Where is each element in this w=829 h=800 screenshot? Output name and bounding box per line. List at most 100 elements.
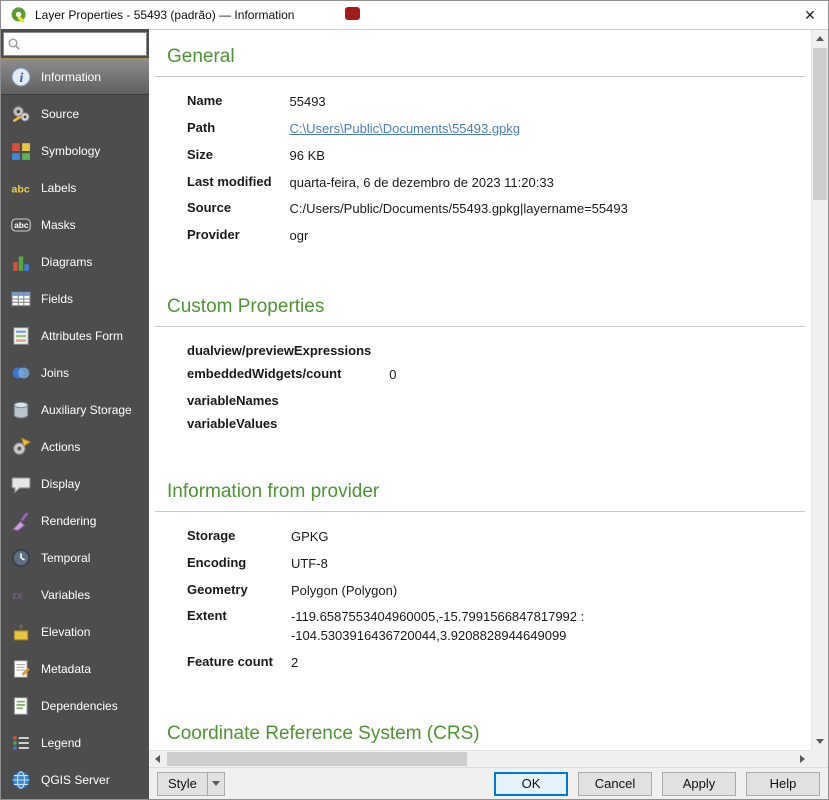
file-path-link[interactable]: C:\Users\Public\Documents\55493.gpkg: [290, 116, 628, 143]
property-label: Size: [187, 143, 290, 170]
section-custom-properties: Custom Propertiesdualview/previewExpress…: [167, 296, 805, 435]
section-coordinate-reference-system-crs: Coordinate Reference System (CRS): [167, 723, 805, 750]
sidebar-item-label: Dependencies: [41, 699, 118, 713]
property-row: Extent-119.6587553404960005,-15.79915668…: [187, 604, 584, 650]
property-row: embeddedWidgets/count0: [187, 362, 396, 389]
apply-button[interactable]: Apply: [662, 772, 736, 796]
property-value: [389, 389, 396, 412]
actions-icon: [10, 436, 32, 458]
section-information-from-provider: Information from provider StorageGPKGEnco…: [167, 481, 805, 677]
close-button[interactable]: ✕: [792, 1, 828, 29]
sidebar-item-masks[interactable]: abcMasks: [1, 206, 149, 243]
auxiliary-storage-icon: [10, 399, 32, 421]
section-divider: [155, 326, 805, 327]
properties-table: dualview/previewExpressionsembeddedWidge…: [187, 339, 396, 435]
horizontal-scrollbar-thumb[interactable]: [167, 752, 467, 766]
symbology-icon: [10, 140, 32, 162]
sidebar-item-source[interactable]: Source: [1, 95, 149, 132]
sidebar-item-metadata[interactable]: Metadata: [1, 650, 149, 687]
vertical-scrollbar[interactable]: [811, 30, 828, 750]
sidebar-item-label: Auxiliary Storage: [41, 403, 132, 417]
property-row: Providerogr: [187, 223, 628, 250]
sidebar-item-label: Information: [41, 70, 101, 84]
section-heading: Information from provider: [167, 481, 805, 503]
style-button-label: Style: [158, 773, 207, 795]
source-icon: [10, 103, 32, 125]
property-value: 0: [389, 362, 396, 389]
sidebar-item-rendering[interactable]: Rendering: [1, 502, 149, 539]
information-panel: General Name55493PathC:\Users\Public\Docu…: [149, 29, 828, 767]
sidebar-item-attributes-form[interactable]: Attributes Form: [1, 317, 149, 354]
scroll-up-icon[interactable]: [812, 30, 828, 47]
scroll-left-icon[interactable]: [149, 751, 166, 767]
diagrams-icon: [10, 251, 32, 273]
sidebar-item-fields[interactable]: Fields: [1, 280, 149, 317]
property-label: Encoding: [187, 551, 291, 578]
sidebar-item-joins[interactable]: Joins: [1, 354, 149, 391]
svg-text:εx: εx: [13, 590, 22, 602]
sidebar-item-variables[interactable]: εxVariables: [1, 576, 149, 613]
section-divider: [155, 76, 805, 77]
titlebar: Layer Properties - 55493 (padrão) — Info…: [1, 1, 828, 29]
property-label: embeddedWidgets/count: [187, 362, 389, 389]
property-label: Extent: [187, 604, 291, 650]
variables-icon: εx: [10, 584, 32, 606]
property-label: Provider: [187, 223, 290, 250]
scrollbar-corner: [811, 750, 828, 767]
property-value: GPKG: [291, 524, 584, 551]
search-icon: [7, 37, 21, 51]
scroll-down-icon[interactable]: [812, 733, 828, 750]
scroll-right-icon[interactable]: [794, 751, 811, 767]
sidebar-item-display[interactable]: Display: [1, 465, 149, 502]
sidebar-item-elevation[interactable]: Elevation: [1, 613, 149, 650]
sidebar-item-diagrams[interactable]: Diagrams: [1, 243, 149, 280]
sidebar-item-symbology[interactable]: Symbology: [1, 132, 149, 169]
property-label: variableNames: [187, 389, 389, 412]
property-value: 96 KB: [290, 143, 628, 170]
sidebar-item-dependencies[interactable]: Dependencies: [1, 687, 149, 724]
sidebar-item-information[interactable]: iInformation: [1, 58, 149, 95]
sidebar-item-label: Symbology: [41, 144, 100, 158]
labels-icon: abc: [10, 177, 32, 199]
section-heading: Coordinate Reference System (CRS): [167, 723, 805, 745]
help-button[interactable]: Help: [746, 772, 820, 796]
section-general: General Name55493PathC:\Users\Public\Docu…: [167, 46, 805, 250]
sidebar-item-labels[interactable]: abcLabels: [1, 169, 149, 206]
legend-icon: [10, 732, 32, 754]
property-value: UTF-8: [291, 551, 584, 578]
property-value: Polygon (Polygon): [291, 578, 584, 605]
property-value: [389, 339, 396, 362]
sidebar-item-list: iInformationSourceSymbologyabcLabelsabcM…: [1, 58, 149, 799]
properties-table: Name55493PathC:\Users\Public\Documents\5…: [187, 89, 628, 250]
sidebar-item-actions[interactable]: Actions: [1, 428, 149, 465]
sidebar-item-qgis-server[interactable]: QGIS Server: [1, 761, 149, 798]
rendering-icon: [10, 510, 32, 532]
sidebar-item-label: Legend: [41, 736, 81, 750]
temporal-icon: [10, 547, 32, 569]
information-content: General Name55493PathC:\Users\Public\Docu…: [149, 30, 811, 750]
sidebar-item-temporal[interactable]: Temporal: [1, 539, 149, 576]
metadata-icon: [10, 658, 32, 680]
sidebar: iInformationSourceSymbologyabcLabelsabcM…: [1, 29, 149, 799]
dialog-body: iInformationSourceSymbologyabcLabelsabcM…: [1, 29, 828, 799]
sidebar-search-input[interactable]: [23, 35, 143, 53]
sidebar-item-label: Metadata: [41, 662, 91, 676]
chevron-down-icon[interactable]: [208, 773, 224, 795]
sidebar-item-label: Masks: [41, 218, 76, 232]
qgis-logo-icon: [9, 5, 29, 25]
sidebar-search-box: [3, 32, 147, 56]
vertical-scrollbar-thumb[interactable]: [813, 48, 827, 200]
property-row: SourceC:/Users/Public/Documents/55493.gp…: [187, 196, 628, 223]
property-label: variableValues: [187, 412, 389, 435]
horizontal-scrollbar[interactable]: [149, 750, 811, 767]
property-label: Storage: [187, 524, 291, 551]
style-button[interactable]: Style: [157, 772, 225, 796]
sidebar-item-legend[interactable]: Legend: [1, 724, 149, 761]
section-heading: General: [167, 46, 805, 68]
ok-button[interactable]: OK: [494, 772, 568, 796]
cancel-button[interactable]: Cancel: [578, 772, 652, 796]
sidebar-item-auxiliary-storage[interactable]: Auxiliary Storage: [1, 391, 149, 428]
property-label: Geometry: [187, 578, 291, 605]
joins-icon: [10, 362, 32, 384]
properties-table: StorageGPKGEncodingUTF-8GeometryPolygon …: [187, 524, 584, 677]
